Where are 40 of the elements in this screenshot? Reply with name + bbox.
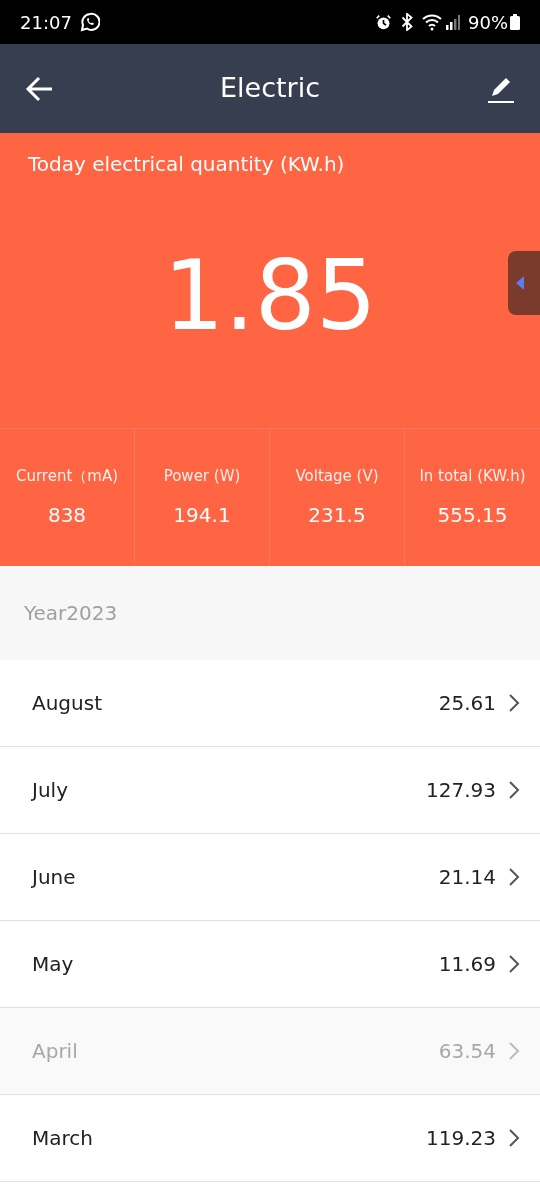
left-triangle-icon [516,276,524,290]
battery-icon [510,14,520,30]
stat-label: Voltage (V) [295,466,379,488]
stat-value: 838 [47,501,87,529]
wifi-icon [422,13,442,31]
stat-label: In total (KW.h) [419,466,526,488]
month-name: April [32,1038,78,1065]
bluetooth-icon [400,13,414,31]
month-value: 127.93 [426,777,496,804]
today-label: Today electrical quantity (KW.h) [27,151,346,178]
month-value: 119.23 [426,1125,496,1152]
chevron-right-icon [508,1128,520,1148]
status-time: 21:07 [20,10,72,35]
month-name: May [32,951,74,978]
today-value: 1.85 [163,247,377,344]
month-name: June [32,864,76,891]
month-name: March [32,1125,93,1152]
stat-value: 555.15 [437,501,508,529]
month-value: 25.61 [438,690,496,717]
chevron-right-icon [508,780,520,800]
side-drawer-handle[interactable] [508,251,540,315]
month-name: July [32,777,68,804]
chat-icon [79,12,100,32]
month-name: August [32,690,102,717]
month-value: 21.14 [438,864,496,891]
month-value: 11.69 [438,951,496,978]
month-value: 63.54 [438,1038,496,1065]
chevron-right-icon [508,693,520,713]
chevron-right-icon [508,954,520,974]
stat-label: Current（mA) [15,466,119,488]
chevron-right-icon [508,867,520,887]
signal-icon [446,14,460,30]
stat-value: 194.1 [173,501,231,529]
battery-percentage: 90% [468,10,508,35]
year-heading: Year2023 [24,600,118,627]
stat-label: Power (W) [163,466,241,488]
stat-value: 231.5 [308,501,366,529]
screen-title: Electric [219,71,321,106]
chevron-right-icon [508,1041,520,1061]
alarm-icon [375,13,392,31]
